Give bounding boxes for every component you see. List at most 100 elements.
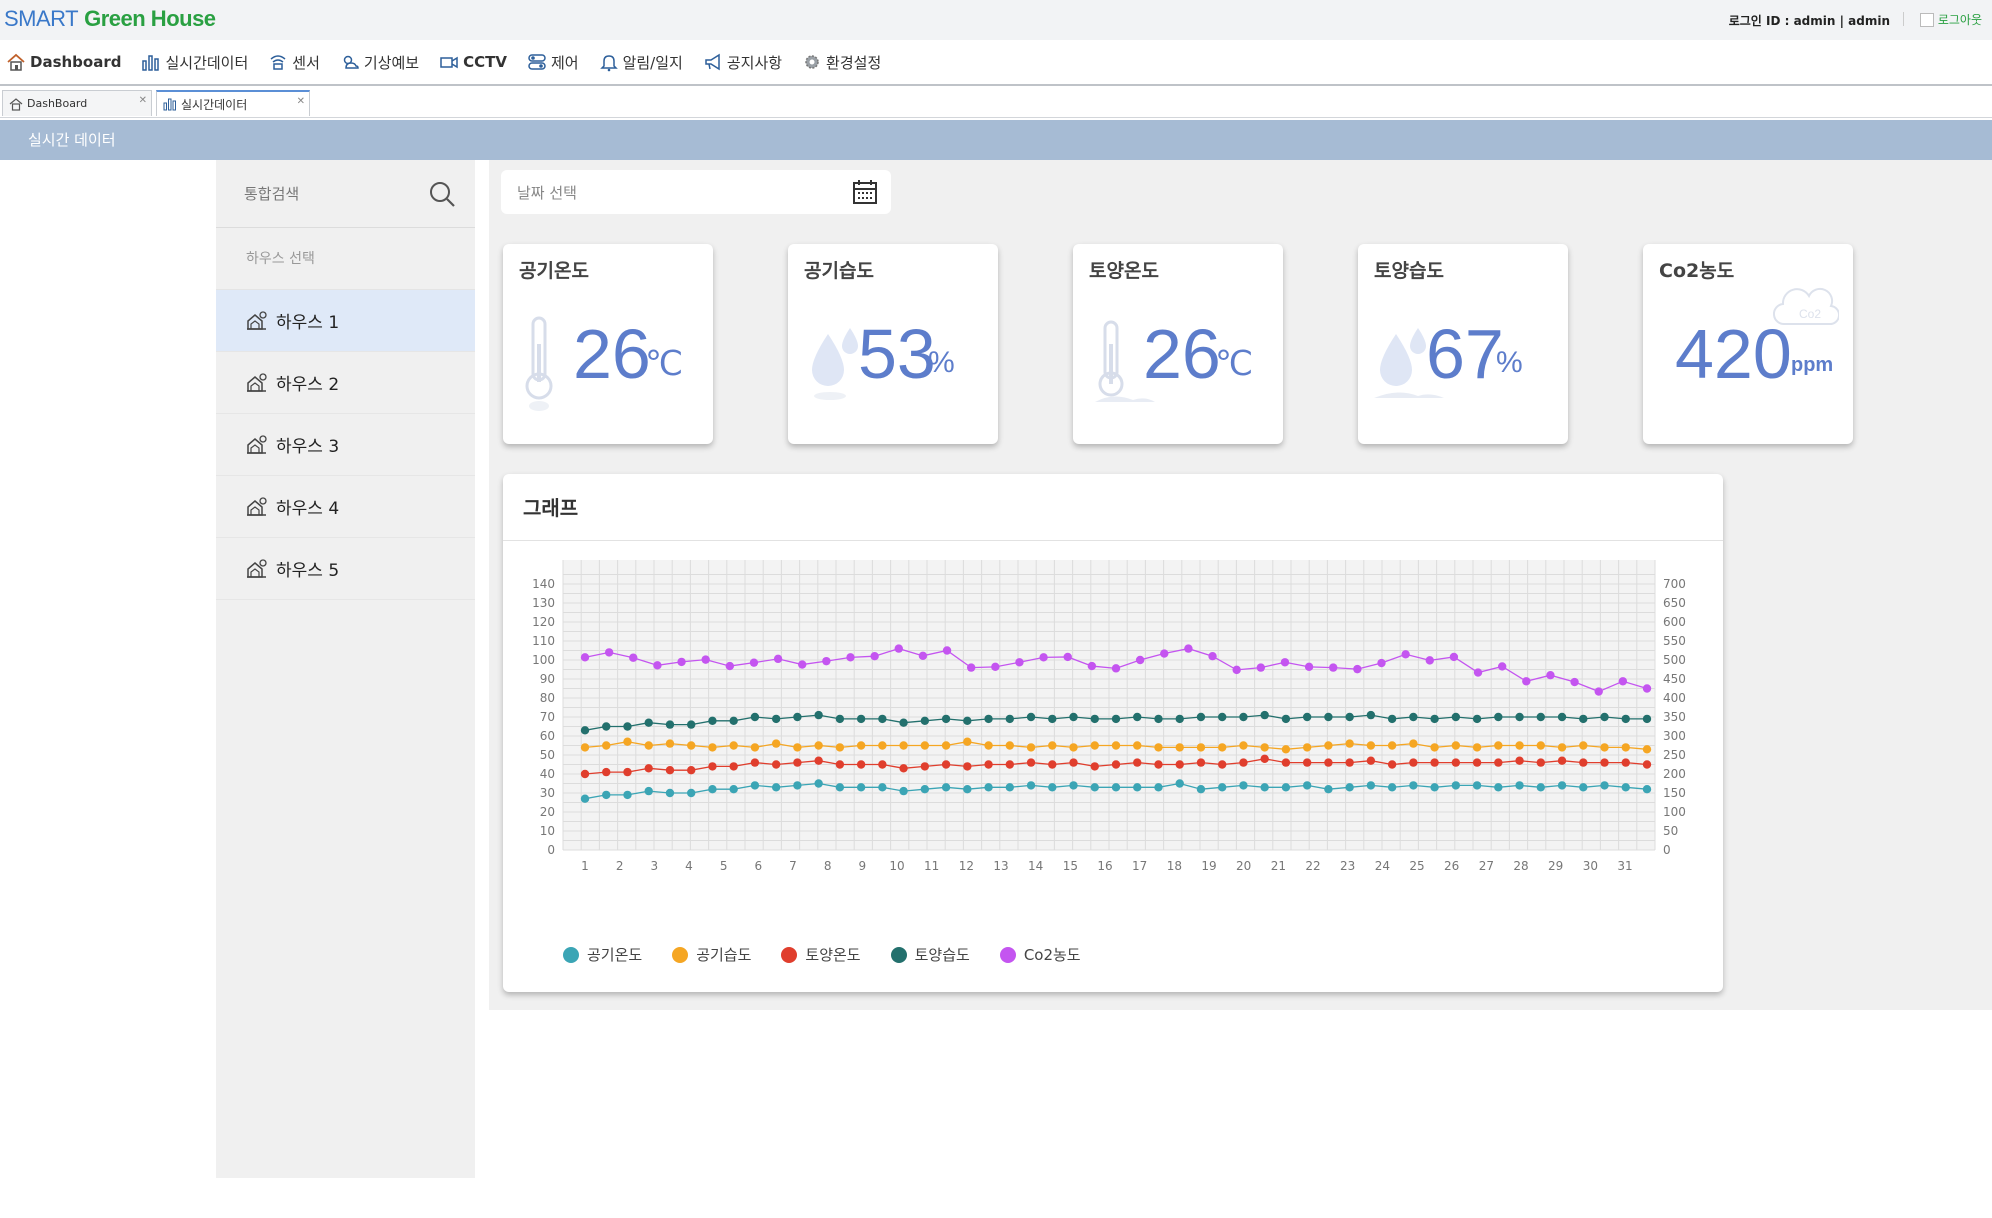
data-point-series-2 [856,760,866,769]
search-placeholder[interactable]: 통합검색 [244,183,299,204]
home-icon [9,97,23,111]
x-tick-label: 16 [1097,859,1112,873]
bar-chart-icon [142,55,160,71]
y-left-tick-label: 50 [540,748,555,762]
data-point-series-2 [1154,760,1163,769]
legend-item-soil-humidity[interactable]: 토양습도 [890,944,970,965]
y-left-tick-label: 0 [547,843,555,857]
data-point-series-co2 [1135,655,1145,665]
legend-item-air-temp[interactable]: 공기온도 [563,944,642,965]
data-point-series-0 [729,785,738,794]
data-point-series-1 [835,743,845,752]
data-point-series-3 [1218,712,1227,722]
data-point-series-co2 [1015,658,1024,667]
menu-item-weather[interactable]: 기상예보 [340,52,419,73]
legend-dot [890,946,907,963]
house-label: 하우스 2 [276,375,340,395]
menu-item-alerts[interactable]: 알림/일지 [599,52,683,73]
data-point-series-0 [1196,785,1206,794]
search-icon[interactable] [427,179,457,209]
data-point-series-0 [793,781,802,790]
x-tick-label: 13 [993,859,1008,873]
data-point-series-3 [1409,712,1418,722]
data-point-series-0 [1536,783,1546,792]
close-icon[interactable]: ✕ [297,96,305,107]
data-point-series-co2 [1208,652,1217,661]
legend-item-soil-temp[interactable]: 토양온도 [781,944,861,965]
data-point-series-2 [1090,762,1099,771]
date-picker[interactable]: 날짜 선택 [501,170,891,214]
data-point-series-1 [580,743,590,752]
data-point-series-2 [899,764,908,773]
data-point-series-2 [750,758,760,767]
y-left-tick-label: 40 [540,767,555,781]
data-point-series-2 [1579,758,1588,767]
data-point-series-0 [1600,781,1609,790]
data-point-series-co2 [1449,652,1459,662]
data-point-series-1 [1218,743,1227,752]
data-point-series-2 [1324,758,1333,767]
menu-item-notice[interactable]: 공지사항 [703,52,782,73]
tab-realtime[interactable]: 실시간데이터 ✕ [156,90,310,116]
data-point-series-1 [771,739,781,748]
data-point-series-3 [1451,712,1461,722]
logout-button[interactable]: 로그아웃 [1919,11,1982,28]
close-icon[interactable]: ✕ [139,95,147,106]
data-point-series-1 [941,741,951,750]
house-item-1[interactable]: 하우스 1 [216,290,475,352]
legend-item-co2[interactable]: Co2농도 [999,944,1081,965]
calendar-icon[interactable] [851,178,879,206]
data-point-series-3 [899,718,908,727]
data-point-series-2 [1366,756,1376,765]
legend-item-air-humidity[interactable]: 공기습도 [672,944,751,965]
menu-label: 기상예보 [363,53,420,72]
data-point-series-2 [1239,758,1248,767]
data-point-series-co2 [822,656,831,666]
gear-icon [805,55,819,69]
data-point-series-2 [835,760,845,769]
menu-item-control[interactable]: 제어 [527,52,579,73]
data-point-series-co2 [580,653,590,662]
data-point-series-co2 [1039,653,1048,662]
menu-item-realtime[interactable]: 실시간데이터 [141,52,248,73]
data-point-series-2 [1621,758,1630,767]
data-point-series-3 [1621,714,1630,724]
x-tick-label: 12 [959,859,974,873]
data-point-series-1 [602,741,611,750]
data-point-series-0 [1133,783,1142,792]
y-right-tick-label: 450 [1663,672,1686,686]
data-point-series-3 [1048,714,1057,724]
data-point-series-0 [899,786,908,796]
menu-item-sensor[interactable]: 센서 [268,52,320,73]
house-item-2[interactable]: 하우스 2 [216,352,475,414]
search-box[interactable]: 통합검색 [216,160,475,228]
data-point-series-co2 [1546,671,1555,680]
data-point-series-2 [687,766,696,775]
graph-title: 그래프 [523,496,579,520]
house-item-4[interactable]: 하우스 4 [216,476,475,538]
tab-dashboard[interactable]: DashBoard ✕ [2,90,152,116]
menu-item-dashboard[interactable]: Dashboard [6,52,121,72]
data-point-series-0 [1302,781,1312,790]
menu-item-cctv[interactable]: CCTV [439,52,507,72]
x-tick-label: 20 [1236,859,1251,873]
data-point-series-co2 [1473,668,1483,677]
data-point-series-2 [665,766,675,775]
data-point-series-0 [835,783,845,792]
house-item-3[interactable]: 하우스 3 [216,414,475,476]
data-point-series-co2 [1497,662,1507,671]
date-placeholder[interactable]: 날짜 선택 [517,182,577,203]
data-point-series-co2 [966,663,976,672]
house-sidebar: 통합검색 하우스 선택 하우스 1 하우스 2 하우스 3 하우스 4 하우스 … [216,160,475,1178]
data-point-series-1 [1579,741,1588,750]
menu-item-settings[interactable]: 환경설정 [802,52,881,73]
data-point-series-3 [1005,714,1014,724]
data-point-series-co2 [604,648,614,657]
data-point-series-3 [1302,712,1312,722]
data-point-series-0 [878,783,887,792]
x-tick-label: 8 [824,859,832,873]
house-item-5[interactable]: 하우스 5 [216,538,475,600]
data-point-series-2 [1494,758,1503,767]
app-logo[interactable]: SMART Green House [4,6,216,32]
data-point-series-co2 [1063,652,1072,662]
